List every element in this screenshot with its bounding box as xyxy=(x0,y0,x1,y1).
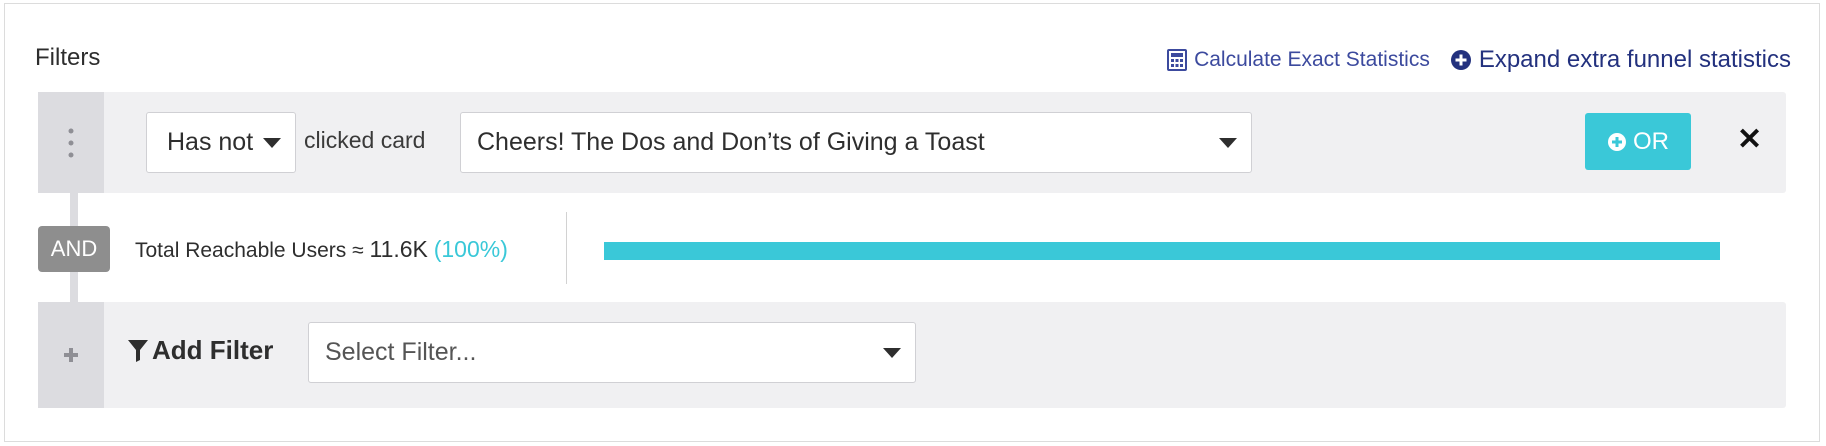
filter-row: Has not clicked card Cheers! The Dos and… xyxy=(38,92,1786,193)
calculator-icon xyxy=(1167,49,1188,71)
and-badge: AND xyxy=(38,226,110,272)
expand-stats-label: Expand extra funnel statistics xyxy=(1478,46,1791,73)
calculate-stats-label: Calculate Exact Statistics xyxy=(1194,48,1430,71)
reachable-progress-bar xyxy=(604,242,1720,260)
progress-fill xyxy=(604,242,1720,260)
plus-circle-icon xyxy=(1450,49,1472,71)
connector-line xyxy=(70,193,78,226)
card-value: Cheers! The Dos and Don’ts of Giving a T… xyxy=(477,128,985,156)
vertical-dots-icon xyxy=(68,128,74,158)
chevron-down-icon xyxy=(1219,137,1237,148)
reachable-users: Total Reachable Users ≈ 11.6K (100%) xyxy=(135,236,508,263)
filter-icon xyxy=(128,339,148,362)
or-button[interactable]: OR xyxy=(1585,113,1691,170)
chevron-down-icon xyxy=(883,347,901,358)
reachable-percent: (100%) xyxy=(433,236,508,262)
add-filter-label-group: Add Filter xyxy=(128,335,273,366)
chevron-down-icon xyxy=(263,137,281,148)
action-text: clicked card xyxy=(304,127,426,153)
filter-select[interactable]: Select Filter... xyxy=(308,322,916,383)
connector-line xyxy=(70,272,78,302)
operator-value: Has not xyxy=(167,128,254,156)
top-links: Calculate Exact Statistics Expand extra … xyxy=(1167,46,1791,74)
close-icon: ✕ xyxy=(1737,123,1763,156)
plus-circle-icon xyxy=(1607,132,1627,152)
drag-handle[interactable] xyxy=(38,92,104,193)
operator-select[interactable]: Has not xyxy=(146,112,296,173)
filters-title: Filters xyxy=(35,44,101,71)
divider xyxy=(566,212,567,284)
add-handle[interactable] xyxy=(38,302,104,408)
or-label: OR xyxy=(1633,127,1669,155)
plus-icon xyxy=(64,348,78,362)
reachable-label: Total Reachable Users ≈ xyxy=(135,239,364,262)
add-filter-label: Add Filter xyxy=(152,335,274,365)
calculate-stats-link[interactable]: Calculate Exact Statistics xyxy=(1167,48,1430,72)
card-select[interactable]: Cheers! The Dos and Don’ts of Giving a T… xyxy=(460,112,1252,173)
expand-stats-link[interactable]: Expand extra funnel statistics xyxy=(1450,46,1791,74)
remove-filter-button[interactable]: ✕ xyxy=(1737,122,1762,157)
filter-select-placeholder: Select Filter... xyxy=(325,338,477,366)
add-filter-row: Select Filter... xyxy=(38,302,1786,408)
reachable-count: 11.6K xyxy=(369,236,428,262)
